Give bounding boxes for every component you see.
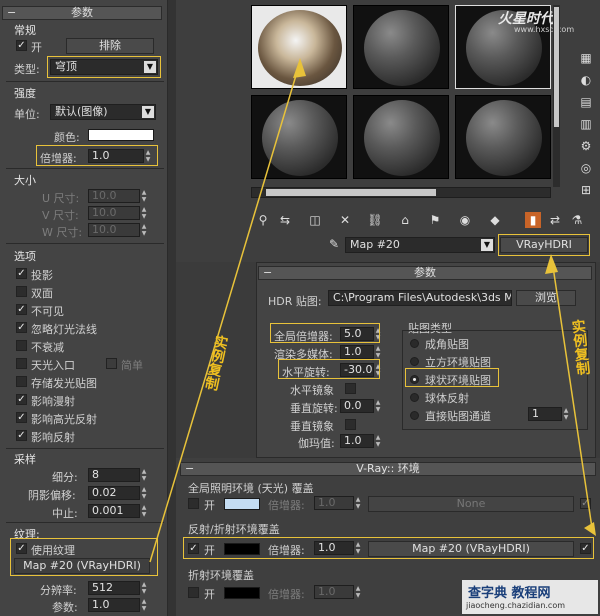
arrow-head-left (293, 58, 306, 78)
arrow-head-right (545, 254, 558, 274)
arrow-head-right-bottom (584, 522, 596, 536)
annotation-arrows (149, 58, 596, 563)
arrow-line-right (551, 259, 593, 529)
arrow-line-left (149, 61, 301, 563)
instance-copy-label-right: 实例复制 (569, 318, 591, 376)
